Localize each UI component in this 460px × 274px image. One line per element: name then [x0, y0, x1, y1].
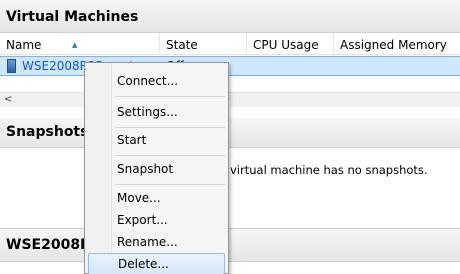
menu-separator	[115, 96, 225, 97]
menu-item-move[interactable]: Move...	[88, 187, 225, 209]
menu-separator	[115, 184, 225, 185]
column-header-row: Name ▲ State CPU Usage Assigned Memory	[0, 33, 460, 55]
panel-title-snapshots: Snapshots	[0, 118, 460, 148]
menu-item-delete[interactable]: Delete...	[88, 253, 225, 274]
column-header-name[interactable]: Name ▲	[0, 33, 160, 55]
menu-item-settings[interactable]: Settings...	[88, 101, 225, 123]
menu-item-snapshot[interactable]: Snapshot	[88, 158, 225, 180]
menu-item-rename[interactable]: Rename...	[88, 231, 225, 253]
column-cpu-label: CPU Usage	[253, 38, 319, 52]
snapshots-panel-body	[0, 149, 460, 227]
menu-item-start[interactable]: Start	[88, 129, 225, 151]
menu-separator	[115, 127, 225, 128]
column-state-label: State	[166, 38, 198, 52]
panel-title-virtual-machines: Virtual Machines	[0, 0, 460, 33]
column-header-cpu-usage[interactable]: CPU Usage	[247, 33, 334, 55]
virtual-machine-icon	[7, 59, 16, 73]
column-header-state[interactable]: State	[160, 33, 247, 55]
snapshots-empty-message: virtual machine has no snapshots.	[230, 163, 428, 177]
column-name-label: Name	[6, 38, 42, 52]
context-menu: Connect... Settings... Start Snapshot Mo…	[84, 62, 229, 274]
horizontal-scrollbar[interactable]	[0, 92, 460, 107]
scroll-left-arrow-icon[interactable]: <	[4, 93, 12, 106]
column-memory-label: Assigned Memory	[340, 38, 447, 52]
sort-ascending-icon: ▲	[72, 41, 78, 49]
menu-item-connect[interactable]: Connect...	[88, 70, 225, 92]
menu-separator	[115, 155, 225, 156]
column-header-assigned-memory[interactable]: Assigned Memory	[334, 33, 460, 55]
menu-item-export[interactable]: Export...	[88, 209, 225, 231]
panel-title-vm-details: WSE2008R	[0, 228, 460, 262]
